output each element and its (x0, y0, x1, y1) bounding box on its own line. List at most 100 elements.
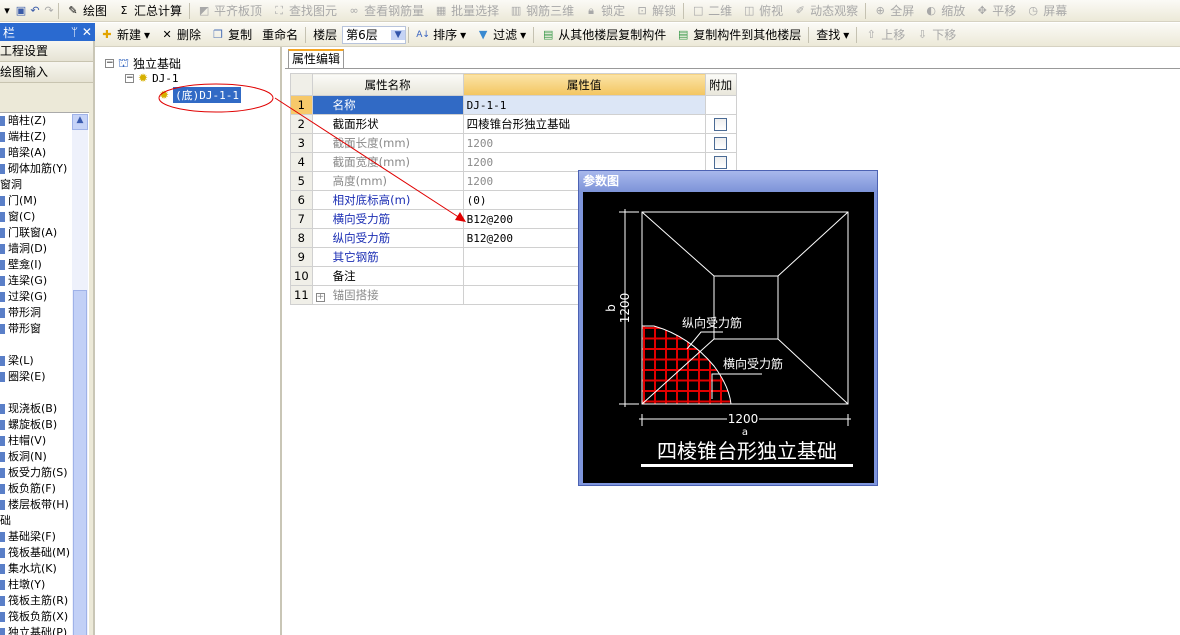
attach-checkbox[interactable] (714, 118, 728, 131)
toolbar-button-1[interactable]: Σ 汇总计算 (112, 2, 187, 19)
section-drawing-input[interactable]: 绘图输入 (0, 62, 93, 83)
table-row[interactable]: 3 截面长度(mm) 1200 (290, 133, 737, 153)
dim-a-value: 1200 (728, 412, 759, 426)
chevron-down-icon[interactable]: ▼ (391, 29, 406, 40)
toolbar-button-13[interactable]: ◐ 缩放 (919, 2, 970, 19)
scrollbar[interactable]: ▲ (72, 114, 88, 635)
collapse-icon[interactable]: − (105, 59, 114, 68)
dropdown-arrow-icon[interactable]: ▾ (0, 4, 14, 18)
dim-b-label: b (604, 304, 618, 312)
copy-to-floor-button[interactable]: ▤ 复制构件到其他楼层 (671, 26, 806, 43)
property-value[interactable]: 1200 (462, 133, 706, 153)
property-name[interactable]: 备注 (311, 266, 464, 286)
property-name[interactable]: 截面形状 (311, 114, 464, 134)
list-item-label: 螺旋板(B) (8, 418, 58, 431)
move-up-button[interactable]: ⇧ 上移 (859, 26, 910, 43)
list-item-label: 端柱(Z) (8, 130, 47, 143)
arrow-up-icon: ⇧ (866, 27, 876, 41)
move-down-button[interactable]: ⇩ 下移 (910, 26, 961, 43)
panel-title: 栏 (3, 25, 16, 40)
redo-icon[interactable]: ↷ (42, 4, 56, 18)
property-name[interactable]: 其它钢筋 (311, 247, 464, 267)
toolbar-button-9[interactable]: □ 二维 (686, 2, 737, 19)
attach-cell[interactable] (704, 152, 737, 172)
find-button[interactable]: 查找 ▾ (811, 26, 854, 43)
toolbar-button-label: 绘图 (83, 4, 108, 18)
new-icon: ✚ (102, 27, 112, 41)
component-icon (0, 356, 5, 366)
undo-icon[interactable]: ↶ (28, 4, 42, 18)
property-name[interactable]: 纵向受力筋 (311, 228, 464, 248)
toolbar-button-2[interactable]: ◩ 平齐板顶 (192, 2, 267, 19)
attach-cell[interactable] (704, 133, 737, 153)
attach-checkbox[interactable] (714, 137, 728, 150)
attach-cell[interactable] (704, 114, 737, 134)
3d-icon: ▥ (510, 3, 522, 17)
table-row[interactable]: 1 名称 DJ-1-1 (290, 95, 737, 115)
toolbar-button-11[interactable]: ✐ 动态观察 (788, 2, 863, 19)
section-project-settings[interactable]: 工程设置 (0, 41, 93, 62)
new-button[interactable]: ✚ 新建 ▾ (95, 26, 155, 43)
property-value[interactable]: DJ-1-1 (462, 95, 706, 115)
expand-icon[interactable]: + (315, 293, 325, 302)
save-icon[interactable]: ▣ (14, 4, 28, 18)
lock-icon: 🔒︎ (588, 3, 595, 17)
sort-button[interactable]: A↓ 排序 ▾ (411, 26, 471, 43)
table-row[interactable]: 4 截面宽度(mm) 1200 (290, 152, 737, 172)
toolbar-button-0[interactable]: ✎ 绘图 (61, 2, 112, 19)
attach-checkbox[interactable] (714, 156, 728, 169)
list-item-label: 现浇板(B) (8, 402, 58, 415)
toolbar-button-7[interactable]: 🔒︎ 锁定 (579, 2, 630, 19)
row-number: 5 (290, 171, 313, 191)
toolbar-button-15[interactable]: ◷ 屏幕 (1021, 2, 1072, 19)
copy-from-floor-button[interactable]: ▤ 从其他楼层复制构件 (536, 26, 671, 43)
toolbar-button-3[interactable]: ⛶ 查找图元 (267, 2, 342, 19)
delete-button[interactable]: ✕ 删除 (155, 26, 206, 43)
property-name-text: 截面宽度(mm) (332, 155, 411, 169)
toolbar-button-8[interactable]: ⊡ 解锁 (630, 2, 681, 19)
toolbar-button-10[interactable]: ◫ 俯视 (737, 2, 788, 19)
collapse-icon[interactable]: − (125, 73, 134, 83)
list-item-label: 暗柱(Z) (8, 114, 47, 127)
floor-select[interactable]: 第6层 ▼ (342, 25, 407, 44)
toolbar-button-14[interactable]: ✥ 平移 (970, 2, 1021, 19)
tree-node-dj1[interactable]: − ✹ DJ-1 (125, 71, 179, 85)
property-name[interactable]: 截面长度(mm) (311, 133, 464, 153)
delete-icon: ✕ (162, 27, 172, 41)
row-number: 4 (290, 152, 313, 172)
toolbar-button-6[interactable]: ▥ 钢筋三维 (504, 2, 579, 19)
sort-icon: A↓ (416, 29, 430, 40)
component-icon (0, 164, 5, 174)
table-row[interactable]: 2 截面形状 四棱锥台形独立基础 (290, 114, 737, 134)
property-value[interactable]: 1200 (462, 152, 706, 172)
toolbar-button-5[interactable]: ▦ 批量选择 (429, 2, 504, 19)
label-longitudinal-rebar: 纵向受力筋 (682, 315, 742, 330)
tree-node-dj1-1[interactable]: ✹ (底)DJ-1-1 (159, 87, 242, 103)
scale-icon: ◐ (926, 3, 936, 17)
property-value[interactable]: 四棱锥台形独立基础 (462, 114, 706, 134)
copy-label: 复制 (228, 28, 253, 42)
tree-node-root[interactable]: − ⛫ 独立基础 (105, 55, 181, 72)
toolbar-button-4[interactable]: ∞ 查看钢筋量 (342, 2, 429, 19)
component-icon (0, 212, 5, 222)
property-name[interactable]: 高度(mm) (311, 171, 464, 191)
property-name[interactable]: 横向受力筋 (311, 209, 464, 229)
list-item-label: 圈梁(E) (8, 370, 46, 383)
property-name[interactable]: 相对底标高(m) (311, 190, 464, 210)
filter-button[interactable]: ▼ 过滤 ▾ (471, 26, 531, 43)
zoom-icon: ⊕ (875, 3, 885, 17)
component-icon (0, 532, 5, 542)
scroll-thumb[interactable] (73, 290, 87, 635)
toolbar-button-12[interactable]: ⊕ 全屏 (868, 2, 919, 19)
property-name[interactable]: 截面宽度(mm) (311, 152, 464, 172)
list-item-label: 础 (0, 514, 11, 527)
copy-button[interactable]: ❐ 复制 (206, 26, 257, 43)
component-icon (0, 372, 5, 382)
copy-to-label: 复制构件到其他楼层 (693, 28, 802, 42)
tab-property-edit[interactable]: 属性编辑 (288, 49, 344, 68)
scroll-up-icon[interactable]: ▲ (72, 114, 88, 130)
property-name[interactable]: 名称 (311, 95, 464, 115)
rename-button[interactable]: 重命名 (257, 26, 303, 43)
pin-close-icons[interactable]: ᛘ ✕ (71, 25, 92, 39)
property-name[interactable]: + 锚固搭接 (311, 285, 464, 305)
